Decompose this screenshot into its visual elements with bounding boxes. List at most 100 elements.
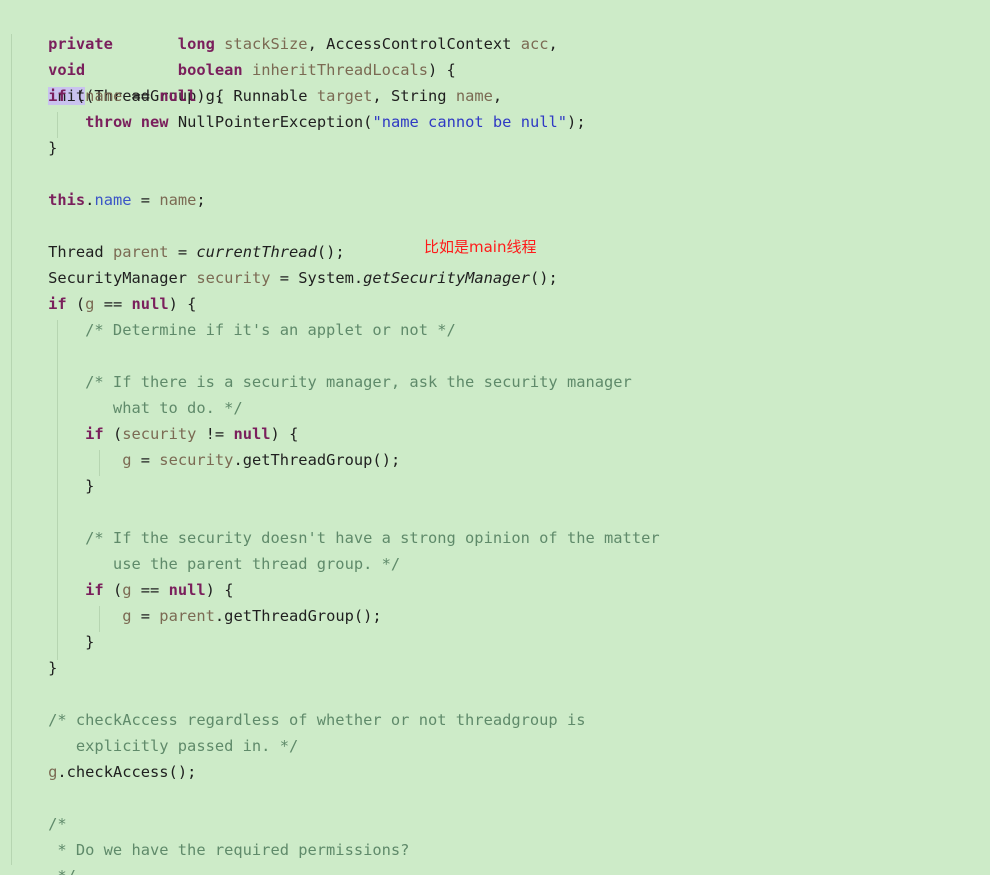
keyword: new — [140, 113, 169, 131]
comment-line[interactable]: * Do we have the required permissions? — [11, 837, 409, 863]
code-text: , AccessControlContext — [307, 35, 521, 53]
code-text: (); — [529, 269, 558, 287]
code-text: ( — [103, 581, 123, 599]
code-text: ) { — [196, 87, 225, 105]
parameter-name: name — [159, 191, 197, 209]
code-text: = System. — [270, 269, 364, 287]
code-text: ( — [103, 425, 123, 443]
code-text: , — [548, 35, 558, 53]
keyword: null — [168, 581, 206, 599]
code-text: ( — [66, 87, 86, 105]
code-text: = — [131, 451, 160, 469]
code-line[interactable]: } — [11, 135, 57, 161]
keyword: null — [159, 87, 197, 105]
code-text: ; — [196, 191, 206, 209]
method-call: .getThreadGroup(); — [214, 607, 382, 625]
code-text: = — [131, 607, 160, 625]
comment-line[interactable]: */ — [11, 863, 76, 875]
code-text: = — [131, 191, 160, 209]
comment-line[interactable]: explicitly passed in. */ — [11, 733, 298, 759]
parameter-name: target — [316, 87, 373, 105]
static-method-call: getSecurityManager — [363, 269, 530, 287]
comment-line[interactable]: /* — [11, 811, 67, 837]
code-line[interactable]: SecurityManager security = System.getSec… — [11, 265, 558, 291]
local-variable: parent — [159, 607, 215, 625]
code-line[interactable]: if (g == null) { — [11, 291, 196, 317]
code-editor[interactable]: private void init(ThreadGroup g, Runnabl… — [0, 0, 990, 875]
keyword: throw — [85, 113, 132, 131]
comment-line[interactable]: /* Determine if it's an applet or not */ — [11, 317, 456, 343]
method-call: .getThreadGroup(); — [233, 451, 401, 469]
code-line[interactable]: boolean inheritThreadLocals) { — [11, 57, 456, 83]
code-line[interactable]: private void init(ThreadGroup g, Runnabl… — [11, 5, 502, 105]
code-line[interactable]: if (name == null) { — [11, 83, 224, 109]
local-variable: parent — [112, 243, 169, 261]
code-line[interactable]: g.checkAccess(); — [11, 759, 196, 785]
code-line[interactable]: g = security.getThreadGroup(); — [11, 447, 400, 473]
static-method-call: currentThread — [196, 243, 317, 261]
code-line[interactable]: if (security != null) { — [11, 421, 298, 447]
keyword: null — [233, 425, 271, 443]
comment-line[interactable]: /* If there is a security manager, ask t… — [11, 369, 632, 395]
parameter-name: inheritThreadLocals — [251, 61, 429, 79]
parameter-name: g — [122, 581, 132, 599]
code-text: ) { — [428, 61, 456, 79]
comment-line[interactable]: /* checkAccess regardless of whether or … — [11, 707, 585, 733]
keyword: if — [48, 87, 67, 105]
code-line[interactable]: if (g == null) { — [11, 577, 233, 603]
keyword: null — [131, 295, 169, 313]
parameter-name: name — [85, 87, 123, 105]
code-text: != — [196, 425, 234, 443]
code-line[interactable]: g = parent.getThreadGroup(); — [11, 603, 382, 629]
local-variable: security — [122, 425, 197, 443]
code-text: ); — [567, 113, 586, 131]
comment-line[interactable]: /* If the security doesn't have a strong… — [11, 525, 660, 551]
code-line[interactable]: } — [11, 473, 94, 499]
local-variable: security — [159, 451, 234, 469]
code-text: ) { — [205, 581, 234, 599]
class-call: NullPointerException( — [177, 113, 373, 131]
local-variable: security — [196, 269, 271, 287]
code-text: (); — [316, 243, 345, 261]
field-name: name — [94, 191, 132, 209]
code-line[interactable]: this.name = name; — [11, 187, 206, 213]
keyword: long — [177, 35, 215, 53]
parameter-name: g — [48, 763, 58, 781]
type-name: SecurityManager — [48, 269, 197, 287]
code-text: == — [122, 87, 160, 105]
comment-line[interactable]: use the parent thread group. */ — [11, 551, 400, 577]
keyword: if — [85, 581, 104, 599]
code-line[interactable]: throw new NullPointerException("name can… — [11, 109, 586, 135]
code-text: == — [94, 295, 132, 313]
code-text: ) { — [168, 295, 197, 313]
comment-line[interactable]: what to do. */ — [11, 395, 243, 421]
keyword: if — [85, 425, 104, 443]
string-literal: "name cannot be null" — [372, 113, 568, 131]
code-line[interactable]: long stackSize, AccessControlContext acc… — [11, 31, 558, 57]
parameter-name: stackSize — [224, 35, 308, 53]
parameter-name: acc — [520, 35, 549, 53]
code-text: , String — [372, 87, 456, 105]
code-line[interactable]: Thread parent = currentThread(); — [11, 239, 345, 265]
code-text: , — [492, 87, 503, 105]
keyword: if — [48, 295, 67, 313]
parameter-name: name — [455, 87, 493, 105]
code-line[interactable]: } — [11, 655, 57, 681]
code-text: ) { — [270, 425, 299, 443]
code-line[interactable]: } — [11, 629, 94, 655]
